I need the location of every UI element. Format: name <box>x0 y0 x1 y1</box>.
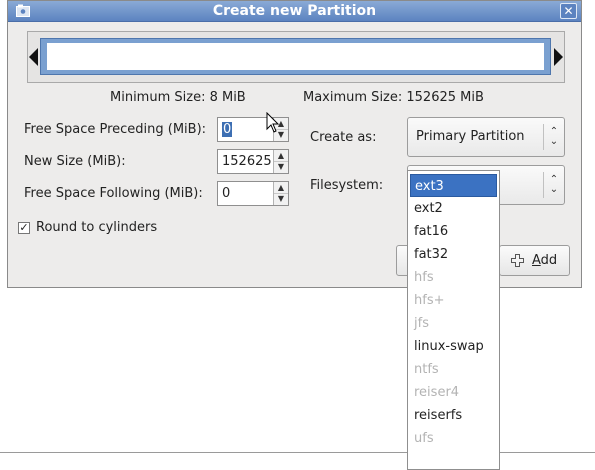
filesystem-option-ext2[interactable]: ext2 <box>410 197 497 220</box>
filesystem-option-ext3[interactable]: ext3 <box>410 174 497 197</box>
create-as-label: Create as: <box>310 130 377 145</box>
partition-resize-bar[interactable] <box>40 38 551 75</box>
left-resize-arrow-icon[interactable] <box>29 48 38 66</box>
filesystem-option-reiser4: reiser4 <box>414 385 460 400</box>
free-space-following-label: Free Space Following (MiB): <box>24 186 203 201</box>
free-space-following-spinbox[interactable]: 0 ▲ ▼ <box>217 181 289 206</box>
spin-down-icon[interactable]: ▼ <box>274 193 288 204</box>
filesystem-label: Filesystem: <box>310 178 384 193</box>
spin-buttons: ▲ ▼ <box>273 150 288 173</box>
filesystem-option-jfs: jfs <box>414 316 429 331</box>
spin-buttons: ▲ ▼ <box>273 182 288 205</box>
right-resize-arrow-icon[interactable] <box>554 48 563 66</box>
new-size-spinbox[interactable]: 152625 ▲ ▼ <box>217 149 289 174</box>
filesystem-option-ufs: ufs <box>414 431 434 446</box>
maximum-size-label: Maximum Size: 152625 MiB <box>303 90 484 105</box>
filesystem-option-fat16[interactable]: fat16 <box>410 220 497 243</box>
round-to-cylinders-checkbox[interactable]: ✓ <box>18 222 30 234</box>
free-space-preceding-value[interactable]: 0 <box>222 122 233 137</box>
background-divider <box>0 452 595 453</box>
mouse-cursor-icon <box>266 112 280 133</box>
dialog-title: Create new Partition <box>212 3 377 19</box>
partition-size-graph <box>27 31 565 83</box>
spin-down-icon[interactable]: ▼ <box>274 161 288 172</box>
round-to-cylinders-label[interactable]: Round to cylinders <box>36 220 157 235</box>
add-mnemonic: A <box>532 253 541 268</box>
plus-icon <box>511 254 524 267</box>
free-space-following-value[interactable]: 0 <box>222 186 230 201</box>
add-button[interactable]: Add <box>499 245 570 276</box>
combo-arrows-icon: ⌃ ⌄ <box>549 126 559 147</box>
combo-separator <box>543 172 544 198</box>
filesystem-option-fat32[interactable]: fat32 <box>410 243 497 266</box>
filesystem-option-linux-swap[interactable]: linux-swap <box>410 335 497 358</box>
minimum-size-label: Minimum Size: 8 MiB <box>110 90 246 105</box>
filesystem-option-hfs: hfs <box>414 270 434 285</box>
partition-fill <box>47 43 544 70</box>
free-space-preceding-label: Free Space Preceding (MiB): <box>24 122 207 137</box>
add-button-label: Add <box>532 253 557 268</box>
new-size-label: New Size (MiB): <box>24 154 126 169</box>
filesystem-dropdown-list[interactable]: ext3 ext2 fat16 fat32 hfs hfs+ jfs linux… <box>407 170 500 470</box>
close-button[interactable]: ✕ <box>560 3 577 19</box>
filesystem-option-reiserfs[interactable]: reiserfs <box>410 404 497 427</box>
title-bar[interactable]: Create new Partition ✕ <box>8 1 581 22</box>
add-label-rest: dd <box>540 253 558 268</box>
create-as-combo[interactable]: Primary Partition ⌃ ⌄ <box>407 117 565 157</box>
filesystem-option-ntfs: ntfs <box>414 362 439 377</box>
create-as-value: Primary Partition <box>416 129 525 144</box>
filesystem-option-hfs-plus: hfs+ <box>414 293 445 308</box>
new-size-value[interactable]: 152625 <box>222 154 272 169</box>
combo-arrows-icon: ⌃ ⌄ <box>549 174 559 195</box>
combo-separator <box>543 124 544 150</box>
